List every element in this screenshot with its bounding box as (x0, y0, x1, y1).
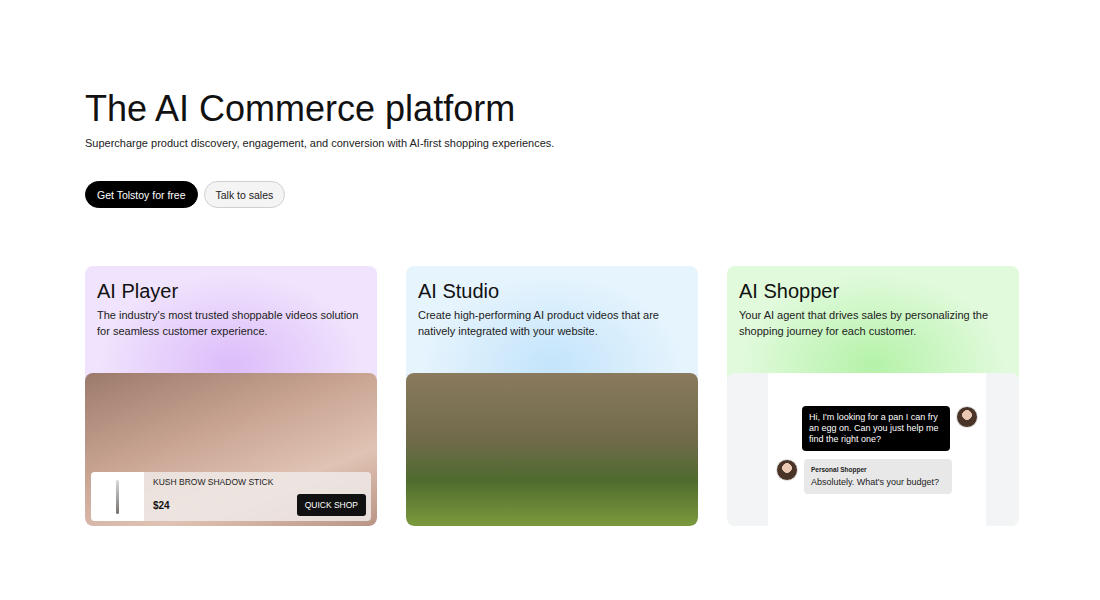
product-cards: AI Player The industry's most trusted sho… (85, 266, 1019, 526)
shopper-media: Hi, I'm looking for a pan I can fry an e… (727, 373, 1019, 526)
card-title: AI Studio (418, 278, 686, 304)
primary-button[interactable]: Get Tolstoy for free (85, 181, 198, 208)
chat-panel: Hi, I'm looking for a pan I can fry an e… (768, 373, 986, 526)
hero-title: The AI Commerce platform (85, 88, 1019, 130)
page: The AI Commerce platform Supercharge prod… (0, 0, 1100, 600)
product-card[interactable]: AI Player The industry's most trusted sho… (85, 266, 377, 526)
product-card[interactable]: AI Studio Create high-performing AI produ… (406, 266, 698, 526)
product-name: KUSH BROW SHADOW STICK (153, 477, 366, 487)
chat-message: Hi, I'm looking for a pan I can fry an e… (776, 406, 978, 451)
card-header: AI Player The industry's most trusted sho… (85, 266, 377, 339)
chat-bubble: Hi, I'm looking for a pan I can fry an e… (802, 406, 950, 451)
product-bar[interactable]: KUSH BROW SHADOW STICK $24 QUICK SHOP (91, 472, 371, 521)
product-card[interactable]: AI Shopper Your AI agent that drives sale… (727, 266, 1019, 526)
studio-media (406, 373, 698, 526)
card-description: Create high-performing AI product videos… (418, 307, 686, 339)
card-description: The industry's most trusted shoppable vi… (97, 307, 365, 339)
avatar-icon (776, 459, 798, 481)
hero-subtitle: Supercharge product discovery, engagemen… (85, 135, 1019, 151)
chat-bubble: Personal ShopperAbsolutely. What's your … (804, 459, 952, 494)
card-header: AI Shopper Your AI agent that drives sale… (727, 266, 1019, 339)
secondary-button[interactable]: Talk to sales (204, 181, 286, 208)
product-row: $24 QUICK SHOP (153, 494, 366, 516)
product-icon (116, 480, 119, 514)
avatar-icon (956, 406, 978, 428)
player-media: KUSH BROW SHADOW STICK $24 QUICK SHOP (85, 373, 377, 526)
product-price: $24 (153, 500, 170, 511)
sender-name: Personal Shopper (811, 465, 945, 474)
chat-message: Personal ShopperAbsolutely. What's your … (776, 459, 978, 494)
card-header: AI Studio Create high-performing AI produ… (406, 266, 698, 339)
card-description: Your AI agent that drives sales by perso… (739, 307, 1007, 339)
card-title: AI Player (97, 278, 365, 304)
quick-shop-button[interactable]: QUICK SHOP (297, 494, 366, 516)
product-thumbnail (91, 472, 144, 521)
card-title: AI Shopper (739, 278, 1007, 304)
product-info: KUSH BROW SHADOW STICK $24 QUICK SHOP (144, 472, 371, 521)
hero-buttons: Get Tolstoy for freeTalk to sales (85, 181, 1019, 208)
